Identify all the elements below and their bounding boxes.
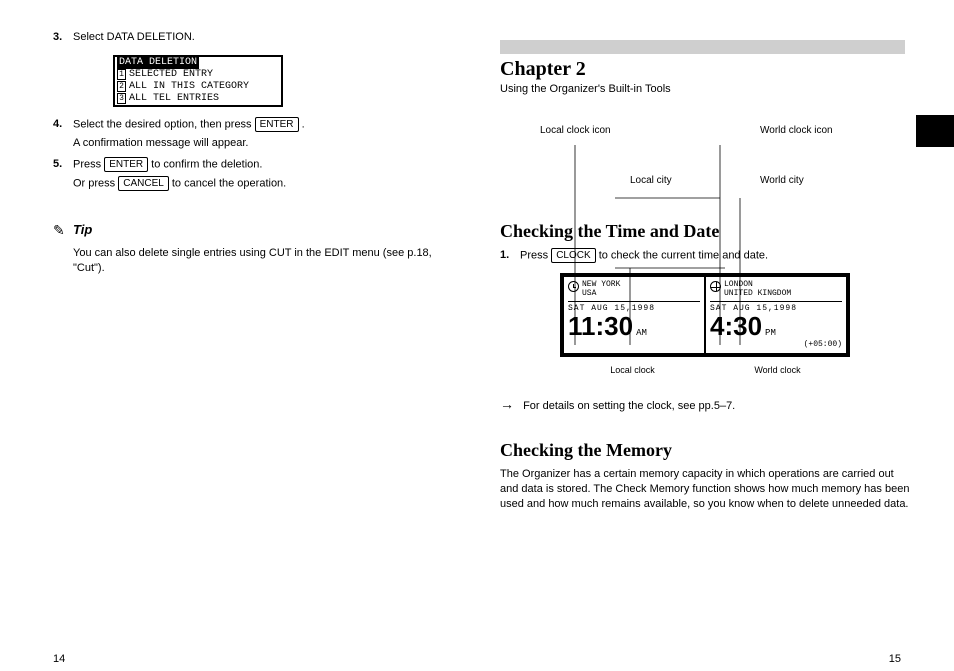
world-offset: (+05:00) — [710, 340, 842, 349]
step-number: 5. — [53, 157, 73, 192]
local-clock-panel: NEW YORK USA SAT AUG 15,1998 11:30 AM — [564, 277, 704, 353]
step-5: 5. Press ENTER to confirm the deletion. … — [53, 157, 453, 192]
step-number: 1. — [500, 248, 520, 263]
memory-body: The Organizer has a certain memory capac… — [500, 467, 910, 512]
key-cancel: CANCEL — [118, 176, 169, 191]
step-4: 4. Select the desired option, then press… — [53, 117, 453, 151]
world-time: 4:30 — [710, 313, 762, 339]
callout-world-icon: World clock icon — [760, 125, 833, 136]
clock-step-1: 1. Press CLOCK to check the current time… — [500, 248, 910, 263]
step-text: Select the desired option, then press — [73, 118, 255, 130]
step-text: Press — [73, 158, 104, 170]
world-ampm: PM — [765, 329, 776, 338]
step-number: 3. — [53, 30, 73, 45]
callout-local-city: Local city — [630, 175, 672, 186]
tip-label: Tip — [73, 221, 92, 240]
thumb-tab — [916, 115, 954, 147]
pencil-icon: ✎ — [53, 221, 73, 240]
callout-local-icon: Local clock icon — [540, 125, 611, 136]
lcd-menu-item: 1SELECTED ENTRY — [115, 69, 281, 81]
page-number-right: 15 — [889, 653, 901, 665]
clock-display: NEW YORK USA SAT AUG 15,1998 11:30 AM LO… — [560, 273, 850, 357]
key-clock: CLOCK — [551, 248, 595, 263]
world-city: LONDON — [724, 280, 753, 289]
step-3: 3. Select DATA DELETION. — [53, 30, 453, 45]
chapter-title: Chapter 2 — [500, 58, 910, 81]
section-memory: Checking the Memory — [500, 440, 910, 461]
arrow-icon: → — [500, 395, 520, 414]
lcd-menu-item: 2ALL IN THIS CATEGORY — [115, 81, 281, 93]
step-text: Select DATA DELETION. — [73, 30, 453, 45]
callout-world-city: World city — [760, 175, 804, 186]
local-ampm: AM — [636, 329, 647, 338]
section-time-date: Checking the Time and Date — [500, 221, 910, 242]
world-clock-panel: LONDON UNITED KINGDOM SAT AUG 15,1998 4:… — [704, 277, 846, 353]
tip-text: You can also delete single entries using… — [73, 246, 453, 276]
tip-block: ✎ Tip — [53, 221, 453, 240]
local-country: USA — [582, 289, 596, 298]
clock-captions: Local clock World clock — [560, 365, 850, 375]
chapter-subtitle: Using the Organizer's Built-in Tools — [500, 83, 910, 95]
caption-world: World clock — [705, 365, 850, 375]
step-subtext: A confirmation message will appear. — [73, 136, 453, 151]
step-number: 4. — [53, 117, 73, 151]
lcd-menu-item: 3ALL TEL ENTRIES — [115, 93, 281, 105]
caption-local: Local clock — [560, 365, 705, 375]
lcd-menu-title: DATA DELETION — [117, 57, 199, 69]
key-enter: ENTER — [255, 117, 299, 132]
world-country: UNITED KINGDOM — [724, 289, 791, 298]
lcd-data-deletion-menu: DATA DELETION 1SELECTED ENTRY 2ALL IN TH… — [113, 55, 283, 107]
key-enter: ENTER — [104, 157, 148, 172]
local-time: 11:30 — [568, 313, 633, 339]
local-city: NEW YORK — [582, 280, 620, 289]
clock-note: For details on setting the clock, see pp… — [523, 400, 735, 412]
page-number-left: 14 — [53, 653, 65, 665]
globe-icon — [710, 281, 721, 292]
clock-icon — [568, 281, 579, 292]
